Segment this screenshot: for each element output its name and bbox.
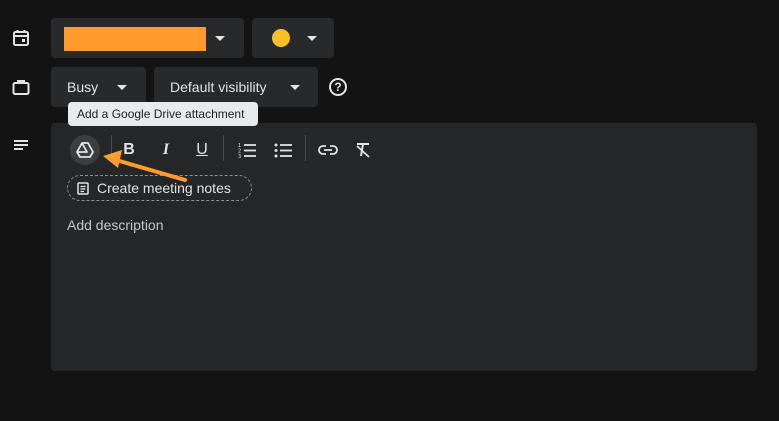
calendar-icon — [10, 27, 32, 49]
description-editor[interactable]: B I U 1 2 3 Create meeting notes Add des… — [51, 123, 757, 371]
chevron-down-icon — [117, 85, 127, 90]
google-drive-icon[interactable] — [70, 135, 100, 165]
create-meeting-notes-label: Create meeting notes — [97, 180, 231, 196]
description-placeholder[interactable]: Add description — [67, 217, 164, 233]
event-details-panel: Busy Default visibility ? B I U 1 2 3 Cr… — [0, 0, 779, 421]
calendar-color-swatch — [64, 27, 206, 51]
chevron-down-icon — [215, 36, 225, 41]
bold-glyph: B — [123, 141, 135, 158]
link-icon[interactable] — [313, 135, 343, 165]
italic-icon[interactable]: I — [151, 135, 181, 165]
help-glyph: ? — [334, 80, 342, 94]
help-icon[interactable]: ? — [329, 78, 347, 96]
event-color-dot — [272, 29, 290, 47]
bulleted-list-icon[interactable] — [268, 135, 298, 165]
underline-glyph: U — [196, 141, 208, 158]
availability-select[interactable]: Busy — [51, 67, 146, 107]
visibility-value: Default visibility — [170, 79, 267, 95]
clear-formatting-icon[interactable] — [348, 135, 378, 165]
chevron-down-icon — [290, 85, 300, 90]
create-meeting-notes-button[interactable]: Create meeting notes — [67, 175, 252, 201]
svg-text:3: 3 — [238, 154, 241, 158]
toolbar-divider — [305, 135, 306, 161]
chevron-down-icon — [307, 36, 317, 41]
document-icon — [77, 181, 89, 195]
briefcase-icon — [10, 76, 32, 98]
bold-icon[interactable]: B — [114, 135, 144, 165]
toolbar-divider — [223, 135, 224, 161]
italic-glyph: I — [162, 141, 170, 158]
drive-attachment-tooltip: Add a Google Drive attachment — [68, 102, 258, 126]
availability-value: Busy — [67, 79, 99, 95]
toolbar-divider — [111, 135, 112, 161]
underline-icon[interactable]: U — [187, 135, 217, 165]
notes-icon — [10, 134, 32, 156]
event-color-select[interactable] — [252, 18, 334, 58]
numbered-list-icon[interactable]: 1 2 3 — [232, 135, 262, 165]
visibility-select[interactable]: Default visibility — [154, 67, 318, 107]
